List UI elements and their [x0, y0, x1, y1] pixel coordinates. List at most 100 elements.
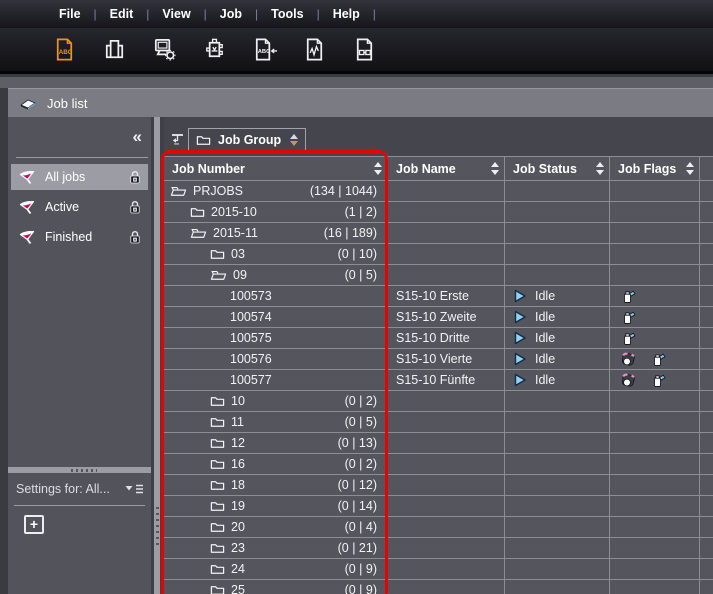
vertical-splitter[interactable]	[151, 117, 164, 594]
spacer-cell	[700, 223, 713, 243]
sort-icon[interactable]	[686, 162, 694, 175]
job-number-cell: 20(0 | 4)	[164, 517, 388, 537]
column-header-job-number[interactable]: Job Number	[164, 157, 388, 180]
table-row[interactable]: 12(0 | 13)	[164, 433, 713, 454]
toolbar: ABC ABC	[0, 28, 713, 74]
svg-text:ABC: ABC	[59, 49, 73, 56]
menu-file[interactable]: File	[46, 7, 94, 21]
job-flags-cell	[610, 328, 700, 348]
job-number-cell: 16(0 | 2)	[164, 454, 388, 474]
job-name: S15-10 Zweite	[396, 310, 477, 324]
column-header-job-flags[interactable]: Job Flags	[610, 157, 700, 180]
column-header-job-name[interactable]: Job Name	[388, 157, 505, 180]
group-by-selector[interactable]: Job Group	[188, 128, 306, 152]
job-number-cell: 11(0 | 5)	[164, 412, 388, 432]
press-device-icon[interactable]	[201, 36, 228, 63]
table-row[interactable]: 25(0 | 9)	[164, 580, 713, 594]
job-name: S15-10 Erste	[396, 289, 469, 303]
job-flags-cell	[610, 181, 700, 201]
job-number: 100575	[164, 331, 272, 345]
table-row[interactable]: 100576S15-10 VierteIdle	[164, 349, 713, 370]
table-row[interactable]: 09(0 | 5)	[164, 265, 713, 286]
sort-icon[interactable]	[596, 162, 604, 175]
group-name: 25	[231, 583, 245, 594]
job-number-cell: 24(0 | 9)	[164, 559, 388, 579]
add-filter-button[interactable]: +	[24, 515, 44, 534]
splitter-grip	[156, 507, 159, 545]
job-list-icon[interactable]: ABC	[51, 36, 78, 63]
table-row[interactable]: 20(0 | 4)	[164, 517, 713, 538]
job-number-cell: 100575	[164, 328, 388, 348]
filter-finished[interactable]: Finished	[11, 224, 148, 250]
sort-icon[interactable]	[374, 162, 382, 175]
job-name-cell	[388, 433, 505, 453]
spacer-cell	[700, 580, 713, 594]
flag-bottle-icon	[650, 351, 666, 367]
linked-document-icon[interactable]	[351, 36, 378, 63]
table-row[interactable]: 03(0 | 10)	[164, 244, 713, 265]
folder-icon	[196, 134, 211, 146]
table-row[interactable]: 24(0 | 9)	[164, 559, 713, 580]
folder-closed-icon	[210, 542, 225, 554]
printer-icon[interactable]	[101, 36, 128, 63]
report-icon[interactable]	[301, 36, 328, 63]
group-spinner-icon[interactable]	[290, 134, 298, 146]
table-row[interactable]: 2015-11(16 | 189)	[164, 223, 713, 244]
job-flags-cell	[610, 391, 700, 411]
lock-icon	[129, 200, 141, 214]
job-name-cell	[388, 475, 505, 495]
menu-edit[interactable]: Edit	[97, 7, 147, 21]
job-number: 100574	[164, 310, 272, 324]
group-name: 2015-11	[213, 226, 258, 240]
spacer-cell	[700, 496, 713, 516]
table-row[interactable]: 23(0 | 21)	[164, 538, 713, 559]
table-row[interactable]: 100573S15-10 ErsteIdle	[164, 286, 713, 307]
group-name: 10	[231, 394, 245, 408]
group-count: (0 | 9)	[345, 562, 387, 576]
job-status-cell	[505, 517, 610, 537]
table-row[interactable]: 100574S15-10 ZweiteIdle	[164, 307, 713, 328]
table-header: Job NumberJob NameJob StatusJob Flags	[164, 156, 713, 181]
filter-active[interactable]: Active	[11, 194, 148, 220]
menu-view[interactable]: View	[149, 7, 203, 21]
table-row[interactable]: 10(0 | 2)	[164, 391, 713, 412]
collapse-sidebar-button[interactable]: «	[133, 128, 142, 145]
table-row[interactable]: 11(0 | 5)	[164, 412, 713, 433]
job-flags-cell	[610, 265, 700, 285]
job-status-cell	[505, 475, 610, 495]
sort-icon[interactable]	[491, 162, 499, 175]
job-status-cell	[505, 412, 610, 432]
spacer-cell	[700, 517, 713, 537]
sidebar-divider	[16, 157, 148, 158]
column-header-job-status[interactable]: Job Status	[505, 157, 610, 180]
group-name: 23	[231, 541, 245, 555]
group-name: PRJOBS	[193, 184, 243, 198]
table-row[interactable]: 100577S15-10 FünfteIdle	[164, 370, 713, 391]
job-name-cell	[388, 202, 505, 222]
folder-closed-icon	[210, 479, 225, 491]
computer-settings-icon[interactable]	[151, 36, 178, 63]
job-table: Job Group Job NumberJob NameJob StatusJo…	[164, 117, 713, 594]
job-number-cell: 2015-11(16 | 189)	[164, 223, 388, 243]
folder-closed-icon	[210, 395, 225, 407]
table-row[interactable]: 100575S15-10 DritteIdle	[164, 328, 713, 349]
spacer-cell	[700, 286, 713, 306]
filter-all-jobs[interactable]: All jobs	[11, 164, 148, 190]
table-row[interactable]: 2015-10(1 | 2)	[164, 202, 713, 223]
menu-job[interactable]: Job	[207, 7, 255, 21]
job-number: 100573	[164, 289, 272, 303]
toolbar-icons: ABC ABC	[51, 36, 378, 63]
table-row[interactable]: 19(0 | 14)	[164, 496, 713, 517]
table-row[interactable]: PRJOBS(134 | 1044)	[164, 181, 713, 202]
job-status-cell: Idle	[505, 349, 610, 369]
settings-menu-icon[interactable]	[123, 483, 145, 495]
group-count: (0 | 2)	[345, 457, 387, 471]
table-row[interactable]: 16(0 | 2)	[164, 454, 713, 475]
menu-tools[interactable]: Tools	[258, 7, 316, 21]
table-row[interactable]: 18(0 | 12)	[164, 475, 713, 496]
import-text-icon[interactable]: ABC	[251, 36, 278, 63]
job-flags-cell	[610, 475, 700, 495]
collapse-tree-icon[interactable]	[169, 133, 185, 146]
menu-help[interactable]: Help	[320, 7, 373, 21]
group-count: (0 | 12)	[338, 478, 387, 492]
